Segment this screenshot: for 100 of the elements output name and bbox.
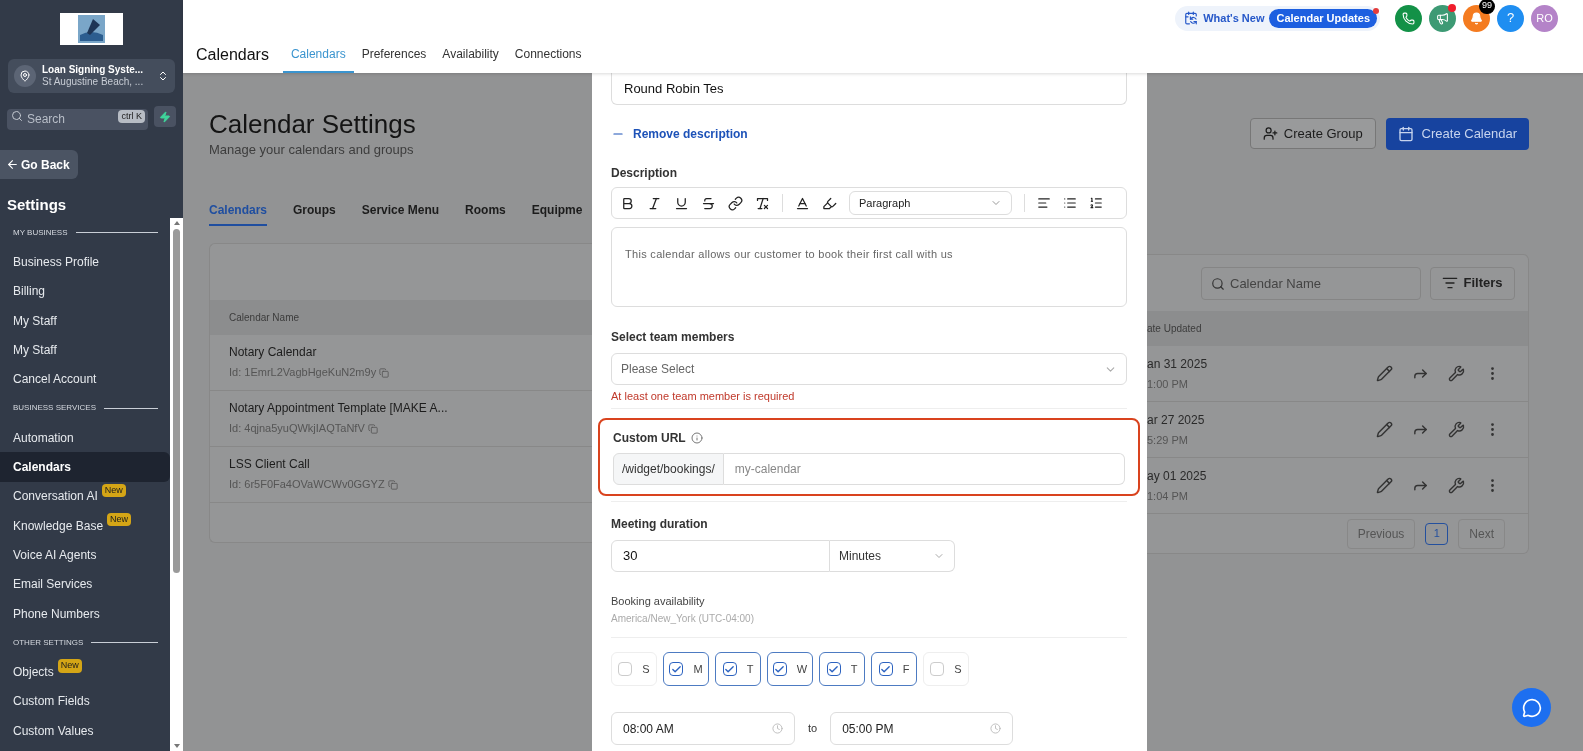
updated-time: 1:00 PM [1147,376,1189,392]
url-prefix: /widget/bookings/ [613,452,724,485]
create-calendar-button[interactable]: Create Calendar [1385,118,1529,150]
bell-icon [1470,11,1483,25]
event-title-input[interactable]: Round Robin Tes [611,73,1127,105]
megaphone-icon [1436,11,1449,25]
check-icon [828,663,840,675]
filter-icon [1442,275,1459,291]
page-tab[interactable]: Equipme [531,195,583,226]
description-editor[interactable]: This calendar allows our customer to book their first call with us [611,227,1127,307]
sidebar-item[interactable]: Business Profile [0,247,104,277]
custom-url-label: Custom URL [613,429,686,447]
sidebar-item[interactable]: Objects [0,657,58,687]
create-group-button[interactable]: Create Group [1249,118,1376,149]
edit-icon[interactable] [1376,421,1393,438]
sidebar-item[interactable]: Cancel Account [0,364,101,394]
page-title: Calendar Settings [209,108,417,140]
text-color-icon[interactable] [795,195,810,211]
sidebar-item[interactable]: Voice AI Agents [0,540,101,570]
whats-new-label: What's New [1203,10,1265,26]
account-switcher[interactable]: Loan Signing Syste... St Augustine Beach, ... [8,59,175,93]
strikethrough-icon[interactable] [701,195,716,211]
error-message: At least one team member is required [611,389,796,404]
team-select[interactable]: Please Select [611,353,1127,385]
weekday-checkbox[interactable]: F [871,652,917,686]
new-badge: New [107,512,132,527]
column-header: ate Updated [1147,322,1202,336]
end-time-field[interactable]: 05:00 PM [830,712,1014,745]
sidebar-item[interactable]: Knowledge Base [0,510,108,541]
sidebar-item[interactable]: Custom Fields [0,686,94,717]
filters-button[interactable]: Filters [1430,266,1515,300]
add-user-icon [1262,126,1278,141]
account-location: St Augustine Beach, ... [42,76,145,88]
notifications-button[interactable] [1463,4,1490,32]
calendar-name[interactable]: Notary Appointment Template [MAKE A... [229,399,592,418]
scroll-down-icon[interactable] [172,743,181,749]
wrench-icon[interactable] [1448,421,1465,438]
scroll-up-icon[interactable] [172,220,181,226]
italic-icon[interactable] [647,195,662,211]
start-time-field[interactable]: 08:00 AM [611,712,795,745]
custom-url-input[interactable]: my-calendar [723,452,1125,485]
chat-button[interactable] [1512,688,1551,727]
check-icon [670,663,682,675]
sidebar-item[interactable]: Billing [0,276,49,306]
sidebar-item[interactable]: Automation [0,423,78,453]
scrollbar[interactable] [170,218,183,751]
header-tab[interactable]: Availability [434,36,507,73]
quick-action-button[interactable] [154,106,176,127]
edit-icon[interactable] [1376,477,1393,494]
timezone: America/New_York (UTC-04:00) [611,612,755,626]
phone-button[interactable] [1395,4,1422,32]
sidebar-item[interactable]: Conversation AI [0,481,102,511]
sidebar-item[interactable]: Custom Values [0,716,98,746]
weekday-checkbox[interactable]: T [819,652,865,686]
page-tab[interactable]: Groups [293,195,336,226]
weekday-checkbox[interactable]: W [767,652,813,686]
weekday-checkbox[interactable]: S [611,652,657,686]
page-tab[interactable]: Rooms [465,195,506,226]
go-back-button[interactable]: Go Back [0,150,78,179]
whats-new-pill[interactable]: What's New Calendar Updates [1175,5,1380,31]
calendar-name[interactable]: Notary Calendar [229,343,592,362]
bold-icon[interactable] [620,195,635,211]
duration-unit-select[interactable]: Minutes [830,539,955,572]
weekday-checkbox[interactable]: M [663,652,709,686]
highlighter-icon[interactable] [822,195,837,211]
sidebar-item[interactable]: My Staff [0,335,61,365]
weekday-checkbox[interactable]: T [715,652,761,686]
numbered-list-icon[interactable] [1089,196,1103,210]
settings-title: Settings [6,195,68,215]
duration-field[interactable]: 30 [611,539,830,572]
weekday-checkbox[interactable]: S [923,652,969,686]
edit-icon[interactable] [1376,365,1393,382]
section-heading: BUSINESS SERVICES [13,402,96,415]
header-tab[interactable]: Preferences [353,36,435,73]
sidebar-item[interactable]: My Staff [0,305,61,336]
align-left-icon[interactable] [1037,196,1051,210]
duration-label: Meeting duration [611,515,709,533]
remove-description-link[interactable]: Remove description [611,125,748,143]
sidebar-item[interactable]: Phone Numbers [0,598,104,629]
section-heading: OTHER SETTINGS [13,636,84,649]
block-format-select[interactable]: Paragraph [849,191,1012,215]
wrench-icon[interactable] [1448,365,1465,382]
wrench-icon[interactable] [1448,477,1465,494]
underline-icon[interactable] [674,195,689,211]
page-tab[interactable]: Service Menu [361,195,440,226]
clear-format-icon[interactable] [755,195,770,211]
check-icon [880,663,892,675]
link-icon[interactable] [728,195,743,211]
sidebar-item[interactable]: Email Services [0,569,97,599]
sidebar-item[interactable]: Calendars [0,452,170,482]
phone-icon [1402,11,1415,25]
updates-badge: Calendar Updates [1269,8,1377,28]
header-tab[interactable]: Connections [506,36,590,73]
description-label: Description [611,165,678,182]
location-icon [14,65,36,87]
announcements-button[interactable] [1429,4,1456,32]
info-icon[interactable] [690,431,703,444]
bullet-list-icon[interactable] [1063,196,1077,210]
search-field[interactable]: Calendar Name [1201,266,1421,300]
calendar-name[interactable]: LSS Client Call [229,455,592,474]
